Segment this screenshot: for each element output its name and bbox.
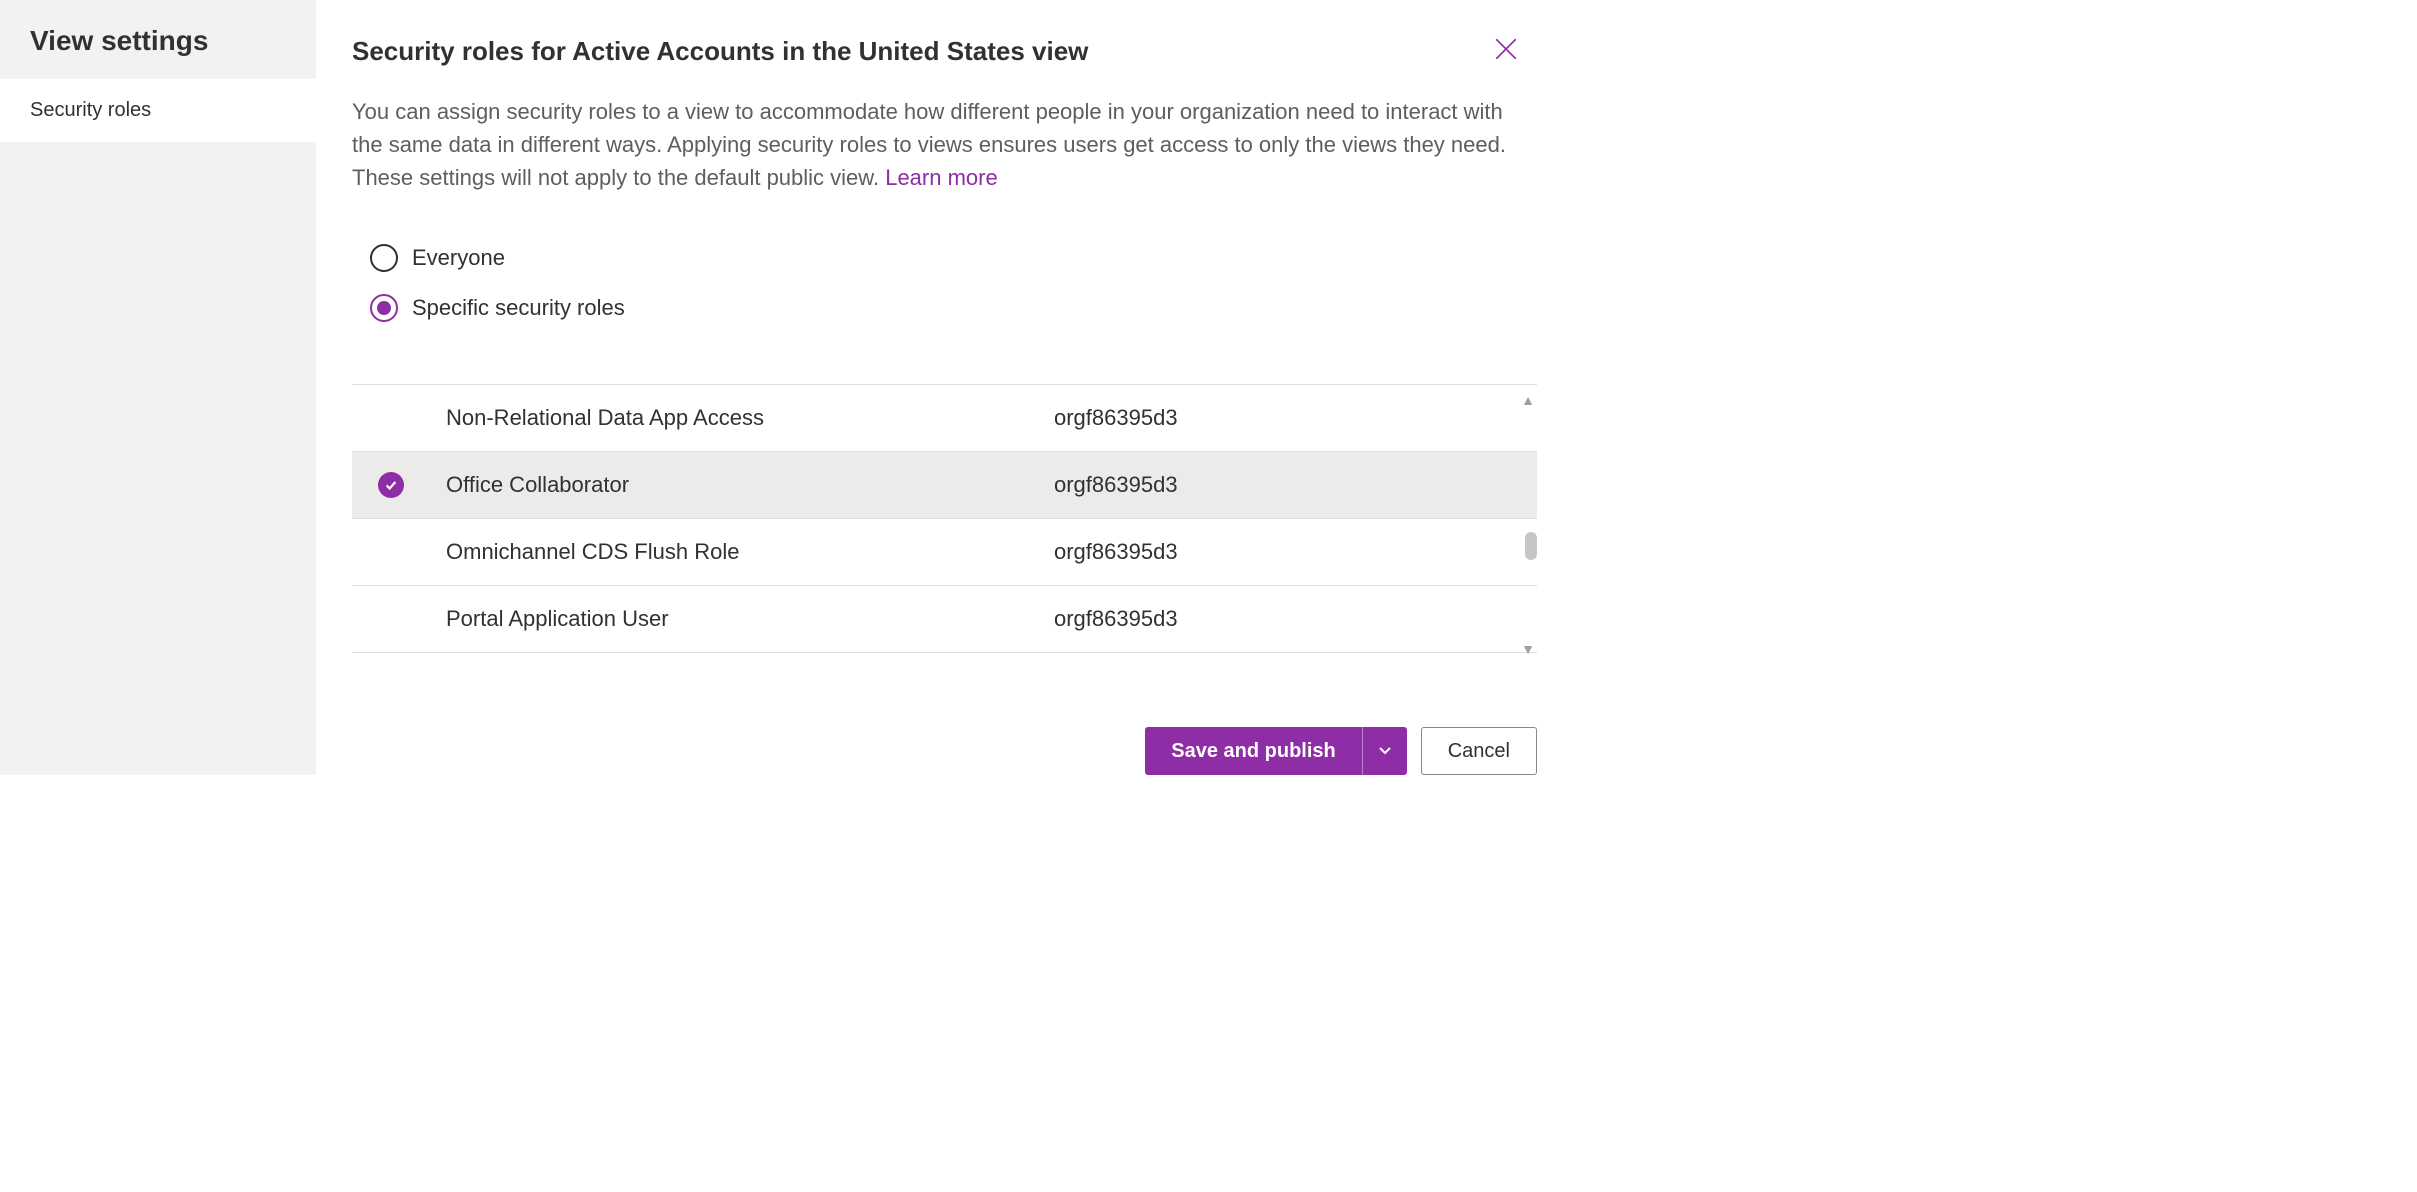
scroll-up-icon[interactable]: ▲ <box>1521 392 1535 408</box>
role-row[interactable]: Portal Application User orgf86395d3 <box>352 586 1537 652</box>
save-and-publish-button[interactable]: Save and publish <box>1145 727 1361 775</box>
footer: Save and publish Cancel <box>316 697 1555 775</box>
role-name: Portal Application User <box>414 606 1054 632</box>
chevron-down-icon <box>1377 742 1393 761</box>
role-name: Office Collaborator <box>414 472 1054 498</box>
role-org: orgf86395d3 <box>1054 405 1178 431</box>
radio-dot-icon <box>377 301 391 315</box>
cancel-button[interactable]: Cancel <box>1421 727 1537 775</box>
roles-list: Non-Relational Data App Access orgf86395… <box>352 384 1537 653</box>
view-settings-panel: View settings Security roles Security ro… <box>0 0 1555 775</box>
role-row[interactable]: Office Collaborator orgf86395d3 <box>352 452 1537 519</box>
page-title: Security roles for Active Accounts in th… <box>352 36 1487 67</box>
scrollbar-thumb[interactable] <box>1525 532 1537 560</box>
checkmark-icon <box>378 472 404 498</box>
description-text: You can assign security roles to a view … <box>316 71 1555 194</box>
scope-radio-group: Everyone Specific security roles <box>316 194 1555 374</box>
role-row[interactable]: Omnichannel CDS Flush Role orgf86395d3 <box>352 519 1537 586</box>
radio-icon <box>370 294 398 322</box>
role-org: orgf86395d3 <box>1054 472 1178 498</box>
role-name: Non-Relational Data App Access <box>414 405 1054 431</box>
learn-more-link[interactable]: Learn more <box>885 165 998 190</box>
close-button[interactable] <box>1487 30 1525 71</box>
main-content: Security roles for Active Accounts in th… <box>316 0 1555 775</box>
scroll-down-icon[interactable]: ▼ <box>1521 641 1535 657</box>
radio-label: Everyone <box>412 245 505 271</box>
radio-label: Specific security roles <box>412 295 625 321</box>
radio-specific-roles[interactable]: Specific security roles <box>370 294 1519 322</box>
sidebar-title: View settings <box>0 0 316 79</box>
role-org: orgf86395d3 <box>1054 539 1178 565</box>
save-publish-split-button: Save and publish <box>1145 727 1406 775</box>
header-row: Security roles for Active Accounts in th… <box>316 0 1555 71</box>
sidebar-item-security-roles[interactable]: Security roles <box>0 79 316 142</box>
radio-icon <box>370 244 398 272</box>
save-publish-dropdown-button[interactable] <box>1362 727 1407 775</box>
role-name: Omnichannel CDS Flush Role <box>414 539 1054 565</box>
sidebar: View settings Security roles <box>0 0 316 775</box>
sidebar-item-label: Security roles <box>30 99 151 121</box>
role-row[interactable]: Non-Relational Data App Access orgf86395… <box>352 385 1537 452</box>
role-org: orgf86395d3 <box>1054 606 1178 632</box>
radio-everyone[interactable]: Everyone <box>370 244 1519 272</box>
close-icon <box>1493 50 1519 65</box>
